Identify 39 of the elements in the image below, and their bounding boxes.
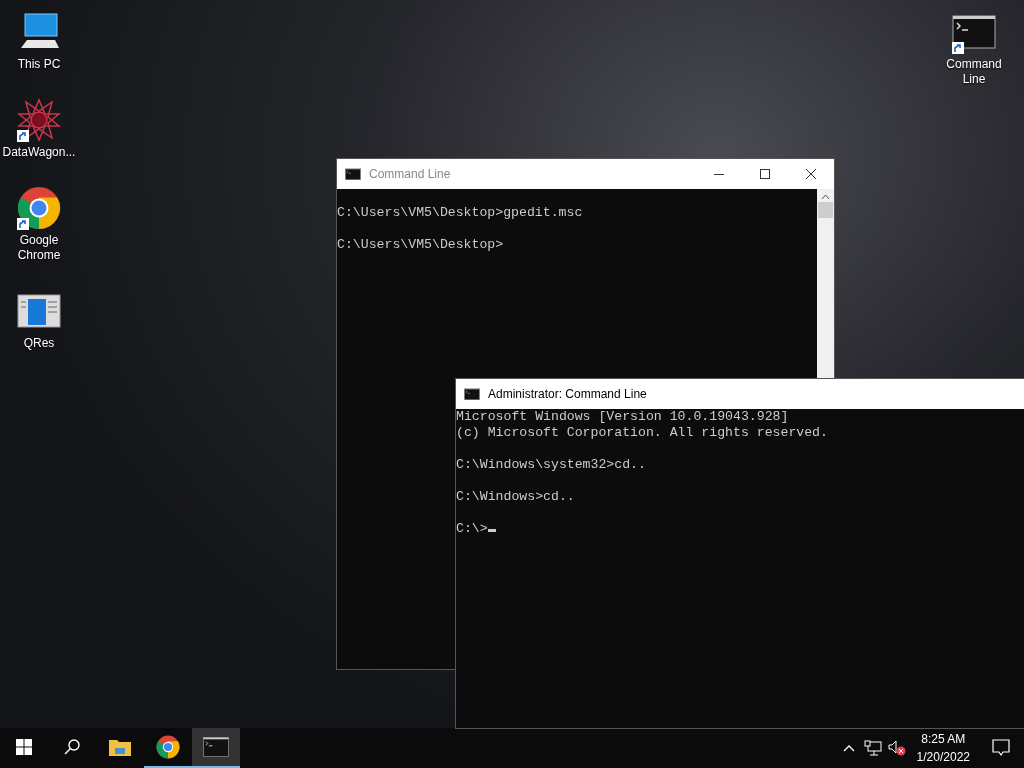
- maximize-icon: [760, 169, 770, 179]
- desktop-shortcut[interactable]: DataWagon...: [2, 98, 76, 160]
- console-line: C:\Windows>cd..: [456, 489, 576, 505]
- shortcut-label: DataWagon...: [2, 145, 76, 160]
- desktop-shortcut[interactable]: This PC: [2, 10, 76, 72]
- window-title: Administrator: Command Line: [488, 387, 648, 401]
- console-line: Microsoft Windows [Version 10.0.19043.928]: [456, 409, 790, 425]
- shortcut-label: Command Line: [945, 57, 1003, 87]
- chrome-icon: [156, 735, 180, 759]
- close-icon: [806, 169, 816, 179]
- minimize-icon: [714, 173, 724, 175]
- desktop-shortcut[interactable]: QRes: [2, 289, 76, 351]
- shortcut-label: This PC: [17, 57, 61, 72]
- desktop-shortcut[interactable]: Command Line: [937, 10, 1011, 87]
- console-line: C:\Users\VM5\Desktop>gpedit.msc: [337, 205, 584, 221]
- window-title: Command Line: [369, 167, 452, 181]
- console-line: C:\Users\VM5\Desktop>: [337, 237, 505, 253]
- shortcut-label: QRes: [23, 336, 55, 351]
- shortcut-label: Google Chrome: [16, 233, 62, 263]
- star-pattern-icon: [17, 98, 61, 142]
- folder-icon: [109, 738, 131, 756]
- chevron-up-icon: [842, 744, 855, 752]
- volume-muted-icon: [887, 740, 906, 756]
- console-line: C:\>: [456, 521, 1024, 537]
- chrome-icon: [17, 186, 61, 230]
- clock[interactable]: 8:25 AM 1/20/2022: [908, 730, 978, 766]
- console-icon: [345, 166, 361, 182]
- console-line: C:\Windows\system32>cd..: [456, 457, 647, 473]
- scroll-up-icon: [821, 194, 830, 200]
- console-line: (c) Microsoft Corporation. All rights reserved.: [456, 425, 829, 441]
- speech-bubble-icon: [992, 739, 1010, 757]
- console-icon: [464, 386, 480, 402]
- search-icon: [64, 739, 80, 755]
- scroll-thumb[interactable]: [818, 202, 833, 218]
- network-icon: [863, 740, 882, 756]
- windows-logo-icon: [16, 739, 32, 755]
- taskbar-button[interactable]: [192, 728, 240, 768]
- console-icon: [203, 734, 229, 760]
- desktop-shortcut[interactable]: Google Chrome: [2, 186, 76, 263]
